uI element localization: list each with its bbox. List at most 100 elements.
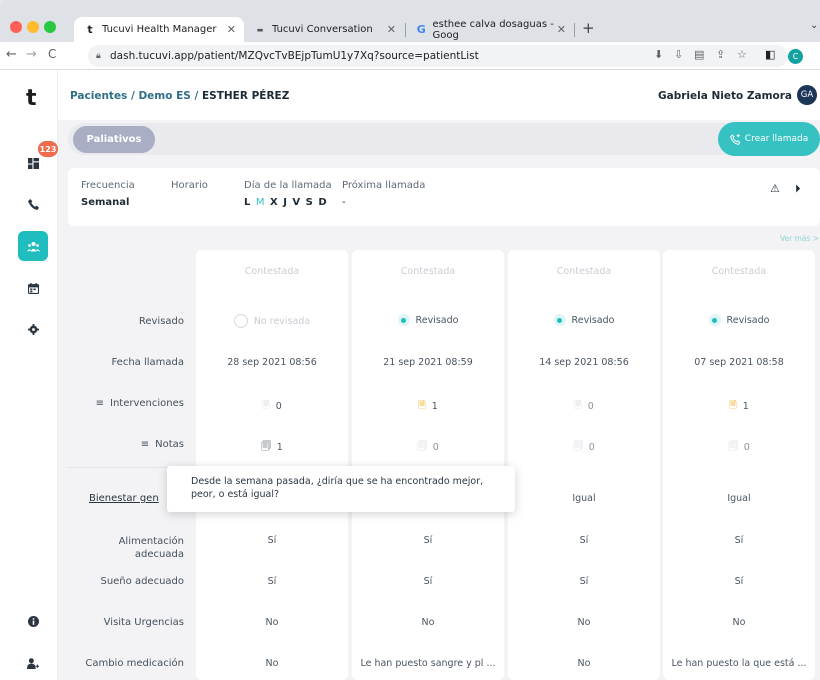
day-d: D [318,197,328,208]
maximize-window-button[interactable] [44,21,56,33]
close-tab-icon[interactable]: ✕ [387,23,396,36]
bookmark-star-icon[interactable]: ☆ [737,48,747,61]
medicacion-value: No [265,658,279,669]
play-circle-icon[interactable]: ⏵ [795,182,801,196]
document-icon: 🗎 [574,400,582,411]
call-column[interactable]: Contestada Revisado 07 sep 2021 08:58 🗎 1… [663,250,815,680]
url-text: dash.tucuvi.app/patient/MZQvcTvBEjpTumU1… [110,50,479,62]
review-status[interactable]: Revisado [508,314,660,326]
review-status[interactable]: Revisado [663,314,815,326]
tab-title: esthee calva dosaguas - Goog [432,18,554,41]
sidebar-item-info[interactable] [18,606,48,636]
document-icon: 🗎 [729,400,737,411]
notes-icon: 🗐 [573,441,583,452]
review-status[interactable]: Revisado [352,314,504,326]
breadcrumb-current: ESTHER PÉREZ [201,90,290,102]
interventions-value: 1 [742,400,749,412]
call-column[interactable]: Contestada Revisado 21 sep 2021 08:59 🗎 1… [352,250,504,680]
sueno-value: Sí [267,576,277,587]
create-call-label: Crear llamada [744,134,809,144]
tab-tucuvi-conversation[interactable]: ▬ Tucuvi Conversation ✕ [244,17,404,42]
frecuencia-value: Semanal [81,197,130,208]
warning-icon[interactable]: ⚠ [770,182,780,195]
sidebar-item-calendar[interactable] [18,273,48,303]
tab-title: Tucuvi Health Manager [102,24,217,35]
sidepanel-icon[interactable]: ◧ [765,48,775,61]
review-label: Revisado [726,314,770,326]
unchecked-circle-icon [233,314,248,328]
notes-count[interactable]: 🗐 0 [508,439,660,455]
dia-llamada-label: Día de la llamada [244,180,332,191]
document-icon: 🗎 [262,400,270,411]
tucuvi-logo[interactable]: t [26,86,37,111]
interventions-count[interactable]: 🗎 1 [352,398,504,414]
document-icon: 🗎 [418,400,426,411]
back-button[interactable]: ← [6,47,17,62]
minimize-window-button[interactable] [27,21,39,33]
tab-tucuvi-health-manager[interactable]: t Tucuvi Health Manager ✕ [74,17,244,42]
day-v: V [292,197,302,208]
call-column[interactable]: Contestada Revisado 14 sep 2021 08:56 🗎 0… [508,250,660,680]
user-name[interactable]: Gabriela Nieto Zamora [658,90,792,102]
row-label-urgencias: Visita Urgencias [103,617,184,628]
browser-window: t Tucuvi Health Manager ✕ ▬ Tucuvi Conve… [0,0,820,680]
frecuencia-label: Frecuencia [81,180,135,191]
forward-button[interactable]: → [26,47,37,62]
tab-google-search[interactable]: G esthee calva dosaguas - Goog ✕ [406,17,574,42]
call-status: Contestada [556,266,612,277]
reload-button[interactable]: C [48,47,56,61]
sidebar-item-settings[interactable] [18,314,48,344]
close-tab-icon[interactable]: ✕ [557,23,566,36]
interventions-count[interactable]: 🗎 0 [196,398,348,414]
horario-label: Horario [171,180,208,191]
call-status: Contestada [711,266,767,277]
alimentacion-value: Sí [734,535,744,546]
close-tab-icon[interactable]: ✕ [227,23,236,36]
ver-mas-link[interactable]: Ver más > [780,234,819,243]
sueno-value: Sí [579,576,589,587]
review-label: Revisado [415,314,459,326]
alimentacion-line2: adecuada [134,549,184,560]
translate-icon[interactable]: ▤ [694,48,704,61]
notes-count[interactable]: 🗐 0 [352,439,504,455]
medicacion-value: Le han puesto la que está ... [671,658,807,669]
notes-value: 0 [432,441,439,453]
interventions-count[interactable]: 🗎 0 [508,398,660,414]
urgencias-value: No [421,617,435,628]
sidebar-item-calls[interactable] [18,189,48,219]
eye-icon [553,314,566,326]
interventions-count[interactable]: 🗎 1 [663,398,815,414]
google-favicon-icon: G [416,23,426,36]
user-avatar[interactable]: GA [797,85,817,105]
bienestar-general-link[interactable]: Bienestar gen [89,493,159,504]
share-icon[interactable]: ⇪ [716,48,725,61]
row-label-revisado: Revisado [138,316,184,327]
notification-badge: 123 [38,141,58,157]
medicacion-value: Le han puesto sangre y pl ... [360,658,496,669]
call-status: Contestada [244,266,300,277]
tab-search-chevron-icon[interactable]: ⌄ [810,20,818,31]
close-window-button[interactable] [10,21,22,33]
browser-profile-avatar[interactable]: C [788,49,803,64]
proxima-llamada-label: Próxima llamada [342,180,426,191]
mic-icon[interactable]: ⬇ [654,48,663,61]
sidebar-item-patients[interactable] [18,231,48,261]
sidebar-item-add-user[interactable] [18,648,48,678]
settings-icon [27,323,39,335]
create-call-button[interactable]: Crear llamada [718,122,820,156]
call-column[interactable]: Contestada No revisada 28 sep 2021 08:56… [196,250,348,680]
new-tab-button[interactable]: + [582,19,595,37]
review-status[interactable]: No revisada [196,314,348,328]
install-icon[interactable]: ⇩ [674,48,683,61]
alimentacion-value: Sí [423,535,433,546]
info-icon [27,615,39,627]
sueno-value: Sí [734,576,744,587]
notes-count[interactable]: 🗐 0 [663,439,815,455]
days-of-week: L M X J V S D [244,197,328,208]
user-add-icon [27,657,39,669]
program-pill-paliativos[interactable]: Paliativos [73,126,155,153]
alimentacion-line1: Alimentación [118,536,184,547]
notes-count[interactable]: 🗐 1 [196,439,348,455]
breadcrumb-link[interactable]: Pacientes / Demo ES / [70,90,202,102]
urgencias-value: No [265,617,279,628]
